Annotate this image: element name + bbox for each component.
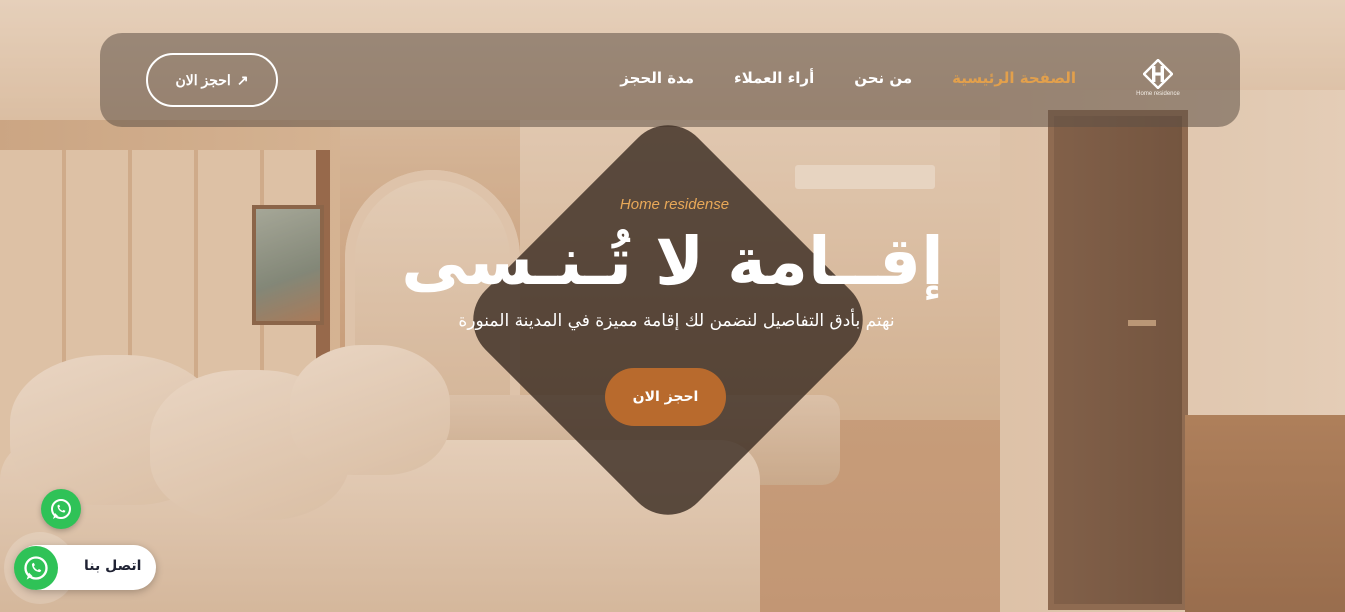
nav-reviews[interactable]: أراء العملاء bbox=[734, 69, 814, 87]
contact-us-label[interactable]: اتصل بنا bbox=[84, 558, 141, 574]
main-nav: الصفحة الرئيسية من نحن أراء العملاء مدة … bbox=[620, 69, 1076, 87]
logo-text: Home residence bbox=[1136, 91, 1180, 97]
hero-book-now-button[interactable]: احجز الان bbox=[605, 368, 726, 426]
header-book-now-button[interactable]: احجز الان ↗ bbox=[146, 53, 278, 107]
whatsapp-floating-button[interactable] bbox=[41, 489, 81, 529]
home-residence-logo-icon bbox=[1143, 59, 1173, 89]
header-book-now-label: احجز الان bbox=[175, 71, 231, 88]
whatsapp-icon bbox=[51, 499, 71, 519]
nav-home[interactable]: الصفحة الرئيسية bbox=[952, 69, 1076, 87]
nav-about[interactable]: من نحن bbox=[854, 69, 912, 87]
hero-title: إقــامة لا تُـنـسى bbox=[401, 223, 944, 300]
nav-booking-duration[interactable]: مدة الحجز bbox=[620, 69, 694, 87]
site-logo[interactable]: Home residence bbox=[1132, 59, 1184, 103]
arrow-up-right-icon: ↗ bbox=[236, 71, 249, 88]
hero-brand-name: Home residense bbox=[619, 196, 730, 213]
hero-subtitle: نهتم بأدق التفاصيل لنضمن لك إقامة مميزة … bbox=[458, 311, 895, 331]
whatsapp-icon[interactable] bbox=[14, 546, 58, 590]
top-navigation-bar: Home residence الصفحة الرئيسية من نحن أر… bbox=[100, 33, 1240, 127]
